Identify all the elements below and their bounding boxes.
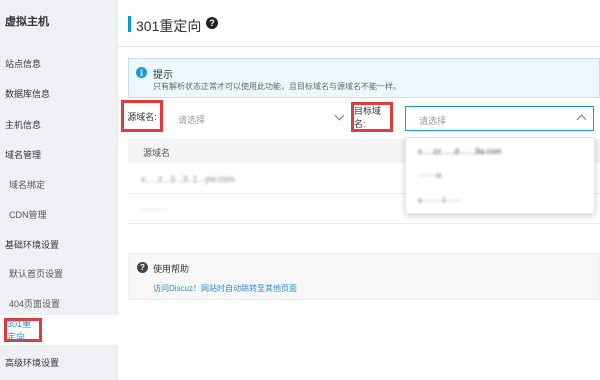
- tip-box: [128, 58, 600, 98]
- table-row: x.....z...3...3..1...yw.com: [141, 174, 236, 184]
- table-header-source-domain: 源域名: [143, 148, 171, 158]
- row-divider: [128, 223, 600, 224]
- target-domain-label: 目标域名:: [351, 102, 393, 132]
- title-accent-bar: [128, 16, 131, 32]
- help-link[interactable]: 访问Discuz！网站时自动跳转至其他页面: [153, 283, 297, 294]
- tip-text: 只有解析状态正常才可以使用此功能，且目标域名与源域名不能一样。: [153, 82, 401, 91]
- info-icon: i: [136, 67, 147, 78]
- tip-title: 提示: [153, 70, 173, 81]
- sidebar-item-default-homepage[interactable]: 默认首页设置: [9, 267, 63, 280]
- help-title: 使用帮助: [153, 264, 190, 274]
- target-domain-select[interactable]: 请选择: [405, 106, 594, 131]
- sidebar-item-site-info[interactable]: 站点信息: [5, 57, 41, 70]
- sidebar-title: 虚拟主机: [5, 16, 49, 28]
- source-domain-label: 源域名:: [121, 100, 163, 132]
- dropdown-option[interactable]: v········l······: [418, 196, 461, 205]
- sidebar-item-404-page[interactable]: 404页面设置: [9, 297, 60, 310]
- question-icon: ?: [137, 262, 148, 273]
- chevron-down-icon: [334, 110, 345, 121]
- sidebar-item-domain-binding[interactable]: 域名绑定: [9, 178, 45, 191]
- sidebar-item-301-redirect[interactable]: 301重定向: [4, 318, 42, 342]
- target-domain-placeholder: 请选择: [419, 116, 447, 126]
- sidebar-item-host-info[interactable]: 主机信息: [5, 118, 41, 131]
- sidebar-item-database-info[interactable]: 数据库信息: [5, 87, 50, 100]
- dropdown-option[interactable]: x.....zz......d.......3w.com: [418, 147, 502, 156]
- source-domain-select[interactable]: 请选择: [164, 106, 353, 130]
- sidebar-item-domain-management[interactable]: 域名管理: [5, 148, 41, 161]
- dropdown-option[interactable]: ·······n: [418, 171, 441, 180]
- source-domain-placeholder: 请选择: [178, 115, 206, 125]
- header-divider: [118, 46, 600, 47]
- question-icon[interactable]: ?: [206, 17, 218, 29]
- sidebar-item-basic-env[interactable]: 基础环境设置: [5, 238, 59, 251]
- table-row: ·········: [141, 204, 168, 214]
- sidebar-item-cdn-management[interactable]: CDN管理: [9, 208, 47, 221]
- target-domain-dropdown: x.....zz......d.......3w.com ·······n v·…: [405, 137, 595, 214]
- sidebar-item-advanced-env[interactable]: 高级环境设置: [5, 356, 59, 369]
- chevron-up-icon: [576, 114, 587, 125]
- page-title: 301重定向: [136, 18, 202, 34]
